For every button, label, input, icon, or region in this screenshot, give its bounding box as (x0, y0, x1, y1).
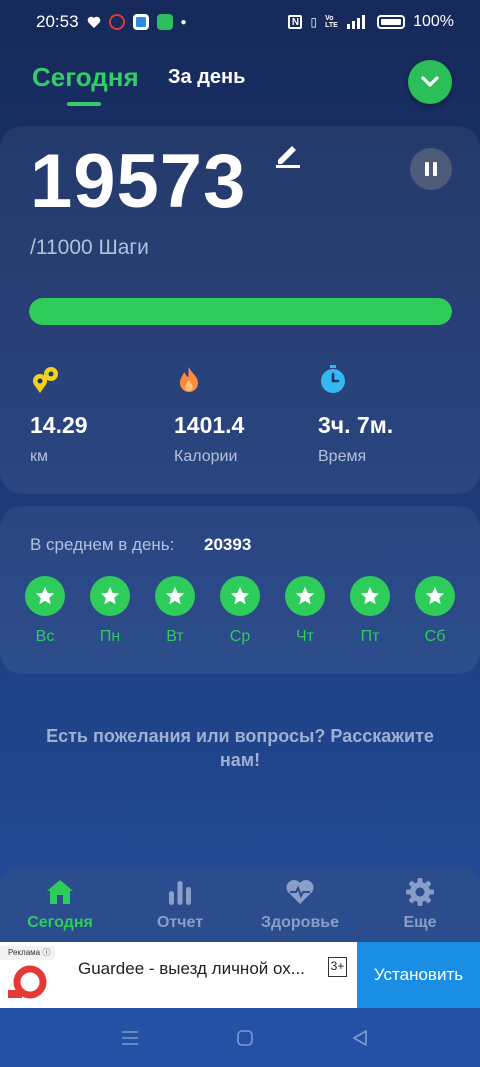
stat-time: 3ч. 7м. Время (318, 364, 458, 465)
time-value: 3ч. 7м. (318, 412, 394, 438)
status-time: 20:53 (36, 12, 79, 31)
nav-report[interactable]: Отчет (120, 867, 240, 947)
step-count: 19573 (30, 139, 247, 224)
stat-distance: 14.29 км (30, 364, 170, 465)
back-icon[interactable] (350, 1028, 370, 1048)
day-item: Вт (153, 576, 197, 646)
calories-value: 1401.4 (174, 412, 245, 438)
dropdown-button[interactable] (408, 60, 452, 104)
bottom-nav: Сегодня Отчет Здоровье Еще (0, 867, 480, 947)
ad-badge-label: Реклама (8, 948, 41, 957)
star-icon (285, 576, 325, 616)
day-label: Ср (229, 628, 251, 645)
nav-today-label: Сегодня (27, 914, 93, 931)
feedback-link[interactable]: Есть пожелания или вопросы? Расскажите н… (30, 724, 450, 772)
status-bar: 20:53 ● N ▯ Vo LTE 100% (0, 0, 480, 44)
nav-health[interactable]: Здоровье (240, 867, 360, 947)
battery-percent: 100% (413, 13, 454, 30)
vibrate-icon: ▯ (310, 15, 318, 29)
day-label: Вс (35, 628, 55, 645)
calories-icon (180, 367, 198, 392)
nav-more-label: Еще (403, 914, 437, 931)
day-item: Чт (283, 576, 327, 646)
distance-icon (33, 367, 58, 393)
star-icon (220, 576, 260, 616)
average-value: 20393 (204, 535, 252, 554)
app-icon-green (156, 14, 173, 30)
ad-logo (0, 964, 54, 1004)
volte-icon: Vo LTE (325, 15, 338, 29)
report-icon (169, 881, 191, 905)
heart-icon (87, 16, 101, 29)
health-icon (286, 880, 314, 904)
day-item: Ср (218, 576, 262, 646)
tab-today-underline (67, 102, 101, 106)
time-unit: Время (318, 448, 367, 465)
chevron-down-icon (421, 76, 439, 87)
settings-icon (406, 878, 434, 906)
star-icon (415, 576, 455, 616)
home-icon (47, 880, 73, 904)
day-item: Сб (413, 576, 457, 646)
day-label: Чт (296, 628, 314, 645)
day-item: Пт (348, 576, 392, 646)
day-label: Сб (424, 628, 446, 645)
star-icon (90, 576, 130, 616)
calories-unit: Калории (174, 448, 238, 465)
menu-icon[interactable] (120, 1028, 140, 1048)
pause-icon (425, 162, 429, 176)
average-label: В среднем в день: (30, 535, 175, 554)
step-goal: /11000 Шаги (30, 236, 149, 259)
dot-icon: ● (180, 16, 187, 28)
ad-badge: Реклама ⓘ (0, 946, 56, 960)
stat-calories: 1401.4 Калории (174, 364, 314, 465)
home-button-icon[interactable] (235, 1028, 255, 1048)
battery-icon (377, 15, 406, 29)
star-icon (350, 576, 390, 616)
ad-age-rating: 3+ (328, 957, 347, 977)
system-nav-bar (0, 1008, 480, 1067)
day-item: Вс (23, 576, 67, 646)
header: Сегодня За день (0, 44, 480, 126)
star-icon (155, 576, 195, 616)
install-button[interactable]: Установить (357, 942, 480, 1008)
tab-today[interactable]: Сегодня (32, 62, 139, 93)
pause-button[interactable] (410, 148, 452, 190)
day-label: Пт (360, 628, 380, 645)
nav-report-label: Отчет (156, 914, 204, 931)
app-icon-blue (132, 14, 149, 30)
nfc-icon: N (288, 15, 303, 29)
nav-today[interactable]: Сегодня (0, 867, 120, 947)
star-icon (25, 576, 65, 616)
ad-banner[interactable]: Реклама ⓘ Guardee - выезд личной ох... 3… (0, 942, 480, 1008)
app-icon-red (108, 14, 125, 30)
progress-fill (29, 298, 452, 325)
day-item: Пн (88, 576, 132, 646)
timer-icon (321, 365, 345, 393)
edit-button[interactable] (274, 140, 302, 168)
nav-more[interactable]: Еще (360, 867, 480, 947)
signal-icon (347, 15, 369, 29)
tab-day[interactable]: За день (168, 66, 245, 89)
pencil-icon (276, 146, 300, 168)
day-label: Пн (99, 628, 121, 645)
weekly-card[interactable]: В среднем в день: 20393 Вс Пн Вт Ср Чт Пт Сб (0, 506, 480, 674)
nav-health-label: Здоровье (260, 914, 340, 931)
distance-value: 14.29 (30, 412, 88, 438)
ad-title: Guardee - выезд личной ох... (78, 959, 305, 978)
distance-unit: км (30, 448, 48, 465)
day-label: Вт (166, 628, 184, 645)
steps-card: 19573 /11000 Шаги 14.29 км 1401.4 Калори… (0, 126, 480, 494)
progress-bar (29, 298, 452, 325)
